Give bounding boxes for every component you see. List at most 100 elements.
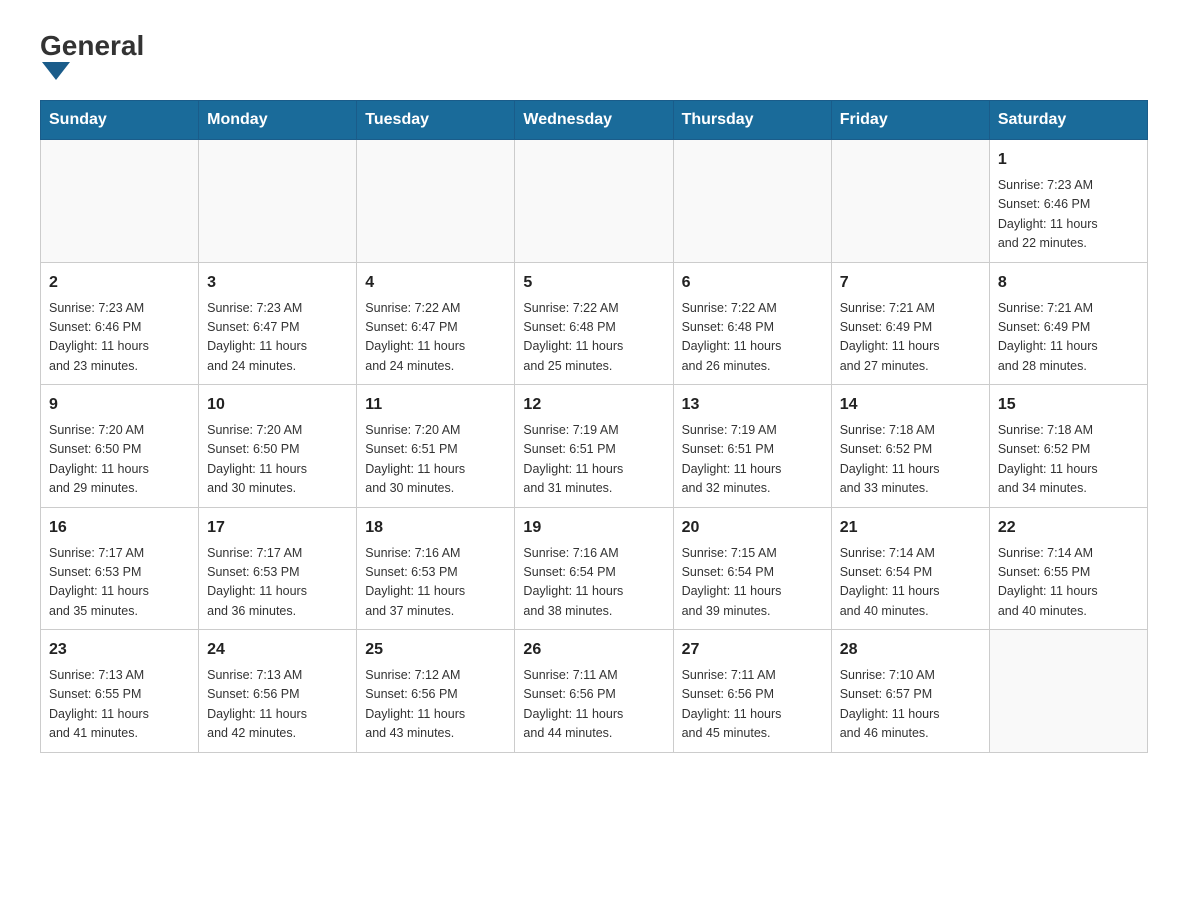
calendar-day-cell: 3 Sunrise: 7:23 AMSunset: 6:47 PMDaylight…	[199, 262, 357, 385]
calendar-day-cell: 8 Sunrise: 7:21 AMSunset: 6:49 PMDaylight…	[989, 262, 1147, 385]
header: General	[40, 30, 1148, 80]
day-info: Sunrise: 7:21 AMSunset: 6:49 PMDaylight:…	[998, 299, 1139, 377]
day-info: Sunrise: 7:13 AMSunset: 6:56 PMDaylight:…	[207, 666, 348, 744]
day-number: 10	[207, 393, 348, 417]
calendar-day-cell: 9 Sunrise: 7:20 AMSunset: 6:50 PMDaylight…	[41, 385, 199, 508]
calendar-week-row: 9 Sunrise: 7:20 AMSunset: 6:50 PMDaylight…	[41, 385, 1148, 508]
calendar-day-cell: 15Sunrise: 7:18 AMSunset: 6:52 PMDayligh…	[989, 385, 1147, 508]
calendar-day-cell: 11 Sunrise: 7:20 AMSunset: 6:51 PMDayligh…	[357, 385, 515, 508]
logo-chevron-icon	[42, 62, 70, 80]
day-info: Sunrise: 7:23 AMSunset: 6:47 PMDaylight:…	[207, 299, 348, 377]
day-info: Sunrise: 7:14 AMSunset: 6:55 PMDaylight:…	[998, 544, 1139, 622]
day-number: 12	[523, 393, 664, 417]
day-info: Sunrise: 7:22 AMSunset: 6:48 PMDaylight:…	[523, 299, 664, 377]
calendar-day-cell: 25 Sunrise: 7:12 AMSunset: 6:56 PMDayligh…	[357, 630, 515, 753]
calendar-day-cell: 4 Sunrise: 7:22 AMSunset: 6:47 PMDaylight…	[357, 262, 515, 385]
calendar-day-cell: 13Sunrise: 7:19 AMSunset: 6:51 PMDayligh…	[673, 385, 831, 508]
day-number: 22	[998, 516, 1139, 540]
day-number: 16	[49, 516, 190, 540]
day-info: Sunrise: 7:16 AMSunset: 6:54 PMDaylight:…	[523, 544, 664, 622]
day-number: 11	[365, 393, 506, 417]
day-info: Sunrise: 7:21 AMSunset: 6:49 PMDaylight:…	[840, 299, 981, 377]
calendar-day-cell: 18 Sunrise: 7:16 AMSunset: 6:53 PMDayligh…	[357, 507, 515, 630]
day-info: Sunrise: 7:17 AMSunset: 6:53 PMDaylight:…	[207, 544, 348, 622]
day-number: 27	[682, 638, 823, 662]
calendar-header-friday: Friday	[831, 101, 989, 140]
calendar-week-row: 23 Sunrise: 7:13 AMSunset: 6:55 PMDayligh…	[41, 630, 1148, 753]
calendar-day-cell	[673, 140, 831, 263]
day-number: 24	[207, 638, 348, 662]
calendar-header-tuesday: Tuesday	[357, 101, 515, 140]
day-number: 7	[840, 271, 981, 295]
day-number: 2	[49, 271, 190, 295]
day-number: 23	[49, 638, 190, 662]
day-number: 20	[682, 516, 823, 540]
day-number: 28	[840, 638, 981, 662]
calendar-day-cell	[515, 140, 673, 263]
calendar-day-cell: 19 Sunrise: 7:16 AMSunset: 6:54 PMDayligh…	[515, 507, 673, 630]
day-number: 9	[49, 393, 190, 417]
calendar-day-cell	[357, 140, 515, 263]
day-number: 21	[840, 516, 981, 540]
day-info: Sunrise: 7:20 AMSunset: 6:51 PMDaylight:…	[365, 421, 506, 499]
day-number: 8	[998, 271, 1139, 295]
calendar-header-sunday: Sunday	[41, 101, 199, 140]
calendar-day-cell: 1Sunrise: 7:23 AMSunset: 6:46 PMDaylight…	[989, 140, 1147, 263]
logo-general-text: General	[40, 30, 144, 62]
day-info: Sunrise: 7:18 AMSunset: 6:52 PMDaylight:…	[840, 421, 981, 499]
calendar-day-cell: 27 Sunrise: 7:11 AMSunset: 6:56 PMDayligh…	[673, 630, 831, 753]
calendar-day-cell	[199, 140, 357, 263]
calendar-day-cell	[989, 630, 1147, 753]
day-number: 18	[365, 516, 506, 540]
calendar-day-cell: 16 Sunrise: 7:17 AMSunset: 6:53 PMDayligh…	[41, 507, 199, 630]
day-info: Sunrise: 7:19 AMSunset: 6:51 PMDaylight:…	[682, 421, 823, 499]
day-info: Sunrise: 7:23 AMSunset: 6:46 PMDaylight:…	[998, 176, 1139, 254]
day-info: Sunrise: 7:20 AMSunset: 6:50 PMDaylight:…	[207, 421, 348, 499]
day-number: 3	[207, 271, 348, 295]
day-number: 14	[840, 393, 981, 417]
day-number: 25	[365, 638, 506, 662]
day-info: Sunrise: 7:12 AMSunset: 6:56 PMDaylight:…	[365, 666, 506, 744]
day-number: 15	[998, 393, 1139, 417]
day-number: 4	[365, 271, 506, 295]
day-info: Sunrise: 7:13 AMSunset: 6:55 PMDaylight:…	[49, 666, 190, 744]
calendar-day-cell: 22 Sunrise: 7:14 AMSunset: 6:55 PMDayligh…	[989, 507, 1147, 630]
day-info: Sunrise: 7:17 AMSunset: 6:53 PMDaylight:…	[49, 544, 190, 622]
calendar-day-cell: 20 Sunrise: 7:15 AMSunset: 6:54 PMDayligh…	[673, 507, 831, 630]
calendar-day-cell	[831, 140, 989, 263]
calendar-day-cell: 14 Sunrise: 7:18 AMSunset: 6:52 PMDayligh…	[831, 385, 989, 508]
day-number: 19	[523, 516, 664, 540]
day-number: 17	[207, 516, 348, 540]
calendar-week-row: 1Sunrise: 7:23 AMSunset: 6:46 PMDaylight…	[41, 140, 1148, 263]
day-info: Sunrise: 7:16 AMSunset: 6:53 PMDaylight:…	[365, 544, 506, 622]
calendar-header-monday: Monday	[199, 101, 357, 140]
calendar-header-thursday: Thursday	[673, 101, 831, 140]
day-info: Sunrise: 7:14 AMSunset: 6:54 PMDaylight:…	[840, 544, 981, 622]
day-number: 6	[682, 271, 823, 295]
calendar-day-cell: 24 Sunrise: 7:13 AMSunset: 6:56 PMDayligh…	[199, 630, 357, 753]
calendar-header-saturday: Saturday	[989, 101, 1147, 140]
calendar-day-cell	[41, 140, 199, 263]
logo: General	[40, 30, 144, 80]
calendar-day-cell: 21 Sunrise: 7:14 AMSunset: 6:54 PMDayligh…	[831, 507, 989, 630]
calendar-header-wednesday: Wednesday	[515, 101, 673, 140]
calendar-week-row: 16 Sunrise: 7:17 AMSunset: 6:53 PMDayligh…	[41, 507, 1148, 630]
calendar-day-cell: 5 Sunrise: 7:22 AMSunset: 6:48 PMDaylight…	[515, 262, 673, 385]
calendar-day-cell: 7 Sunrise: 7:21 AMSunset: 6:49 PMDaylight…	[831, 262, 989, 385]
day-number: 5	[523, 271, 664, 295]
calendar-week-row: 2Sunrise: 7:23 AMSunset: 6:46 PMDaylight…	[41, 262, 1148, 385]
day-info: Sunrise: 7:15 AMSunset: 6:54 PMDaylight:…	[682, 544, 823, 622]
calendar-day-cell: 12 Sunrise: 7:19 AMSunset: 6:51 PMDayligh…	[515, 385, 673, 508]
day-info: Sunrise: 7:11 AMSunset: 6:56 PMDaylight:…	[523, 666, 664, 744]
day-info: Sunrise: 7:11 AMSunset: 6:56 PMDaylight:…	[682, 666, 823, 744]
day-info: Sunrise: 7:19 AMSunset: 6:51 PMDaylight:…	[523, 421, 664, 499]
calendar-header-row: SundayMondayTuesdayWednesdayThursdayFrid…	[41, 101, 1148, 140]
day-number: 26	[523, 638, 664, 662]
day-info: Sunrise: 7:22 AMSunset: 6:47 PMDaylight:…	[365, 299, 506, 377]
calendar-day-cell: 26 Sunrise: 7:11 AMSunset: 6:56 PMDayligh…	[515, 630, 673, 753]
calendar-day-cell: 23 Sunrise: 7:13 AMSunset: 6:55 PMDayligh…	[41, 630, 199, 753]
calendar-day-cell: 2Sunrise: 7:23 AMSunset: 6:46 PMDaylight…	[41, 262, 199, 385]
calendar-day-cell: 6Sunrise: 7:22 AMSunset: 6:48 PMDaylight…	[673, 262, 831, 385]
day-info: Sunrise: 7:20 AMSunset: 6:50 PMDaylight:…	[49, 421, 190, 499]
calendar-day-cell: 28Sunrise: 7:10 AMSunset: 6:57 PMDayligh…	[831, 630, 989, 753]
